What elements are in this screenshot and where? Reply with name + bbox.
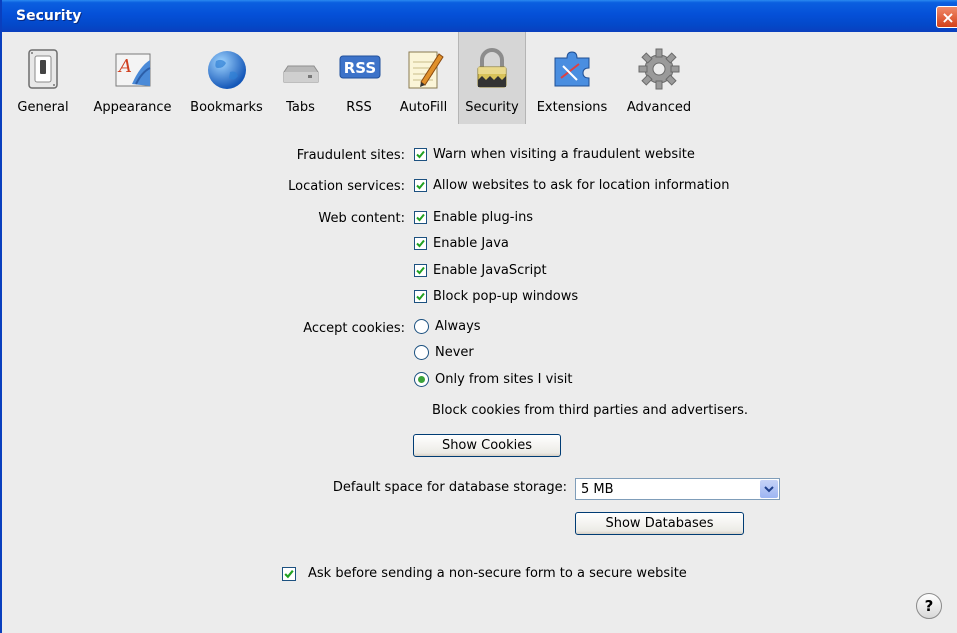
show-cookies-button[interactable]: Show Cookies (413, 434, 561, 457)
checkbox-box (414, 290, 427, 303)
tab-general[interactable]: General (2, 32, 84, 124)
web-content-label: Web content: (318, 211, 405, 226)
checkmark-icon (416, 239, 425, 248)
enable-plugins-text: Enable plug-ins (433, 210, 534, 225)
show-databases-button[interactable]: Show Databases (575, 512, 744, 535)
cookies-note: Block cookies from third parties and adv… (432, 403, 748, 418)
pencil-notepad-icon (408, 51, 444, 89)
tab-general-label: General (17, 100, 69, 115)
tab-security-label: Security (465, 100, 519, 115)
tab-advanced[interactable]: Advanced (618, 32, 700, 124)
radio-circle (414, 372, 429, 387)
tab-security[interactable]: Security (458, 32, 526, 124)
globe-icon (207, 51, 246, 89)
tab-appearance-label: Appearance (93, 100, 172, 115)
tab-rss-label: RSS (346, 100, 372, 115)
fraudulent-warning-text: Warn when visiting a fraudulent website (433, 147, 695, 162)
window-title: Security (16, 8, 82, 24)
enable-javascript-checkbox[interactable]: Enable JavaScript (414, 263, 547, 278)
close-icon: × (941, 8, 955, 27)
padlock-icon (477, 48, 507, 88)
security-pane: Fraudulent sites: Warn when visiting a f… (2, 124, 957, 633)
location-services-checkbox[interactable]: Allow websites to ask for location infor… (414, 178, 729, 193)
tab-rss[interactable]: RSS RSS (329, 32, 389, 124)
cookies-visited-text: Only from sites I visit (435, 372, 573, 387)
checkmark-icon (416, 292, 425, 301)
cookies-never-text: Never (435, 345, 474, 360)
checkbox-box (414, 237, 427, 250)
switch-icon (28, 49, 58, 89)
tab-autofill[interactable]: AutoFill (389, 32, 458, 124)
tab-bookmarks-label: Bookmarks (190, 100, 263, 115)
close-button[interactable]: × (936, 6, 957, 28)
puzzle-icon (554, 51, 590, 87)
chevron-down-icon[interactable] (760, 480, 778, 498)
enable-java-text: Enable Java (433, 236, 509, 251)
fraudulent-sites-label: Fraudulent sites: (296, 148, 405, 163)
enable-plugins-checkbox[interactable]: Enable plug-ins (414, 210, 533, 225)
fraudulent-warning-checkbox[interactable]: Warn when visiting a fraudulent website (414, 147, 695, 162)
checkbox-box (282, 566, 296, 581)
radio-selected-dot (418, 376, 425, 383)
checkbox-box (414, 211, 427, 224)
tab-tabs-label: Tabs (286, 100, 315, 115)
checkmark-icon (416, 181, 425, 190)
database-storage-select[interactable]: 5 MB (575, 478, 780, 500)
checkbox-box (414, 179, 427, 192)
tab-autofill-label: AutoFill (399, 100, 448, 115)
cookies-always-radio[interactable]: Always (414, 319, 481, 334)
radio-circle (414, 345, 429, 360)
appearance-icon: A (115, 53, 150, 87)
block-popups-text: Block pop-up windows (433, 289, 579, 304)
checkmark-icon (416, 266, 425, 275)
checkmark-icon (416, 150, 425, 159)
svg-text:A: A (117, 56, 132, 77)
help-button[interactable]: ? (916, 593, 942, 619)
radio-circle (414, 319, 429, 334)
checkbox-box (414, 264, 427, 277)
rss-icon: RSS (339, 55, 381, 79)
block-popups-checkbox[interactable]: Block pop-up windows (414, 289, 578, 304)
tabs-icon (283, 65, 318, 83)
cookies-visited-radio[interactable]: Only from sites I visit (414, 372, 572, 387)
checkmark-icon (416, 213, 425, 222)
question-mark-icon: ? (924, 597, 934, 615)
location-services-label: Location services: (288, 179, 405, 194)
tab-extensions-label: Extensions (536, 100, 608, 115)
tab-bookmarks[interactable]: Bookmarks (181, 32, 272, 124)
cookies-never-radio[interactable]: Never (414, 345, 474, 360)
gear-icon (638, 48, 680, 90)
rss-badge-text: RSS (344, 59, 376, 77)
database-storage-value: 5 MB (581, 482, 614, 497)
enable-javascript-text: Enable JavaScript (433, 263, 547, 278)
preferences-window: Security × General A Appearance Bookmark… (0, 0, 957, 633)
cookies-always-text: Always (435, 319, 481, 334)
location-services-text: Allow websites to ask for location infor… (433, 178, 730, 193)
tab-tabs[interactable]: Tabs (272, 32, 329, 124)
nonsecure-form-checkbox[interactable]: Ask before sending a non-secure form to … (282, 566, 687, 581)
accept-cookies-label: Accept cookies: (303, 321, 405, 336)
preferences-toolbar: General A Appearance Bookmarks Tabs RSS … (2, 32, 957, 125)
title-bar[interactable]: Security × (2, 0, 957, 32)
enable-java-checkbox[interactable]: Enable Java (414, 236, 509, 251)
nonsecure-form-text: Ask before sending a non-secure form to … (308, 566, 687, 581)
checkbox-box (414, 148, 427, 161)
tab-advanced-label: Advanced (626, 100, 692, 115)
tab-extensions[interactable]: Extensions (526, 32, 618, 124)
checkmark-icon (284, 569, 294, 578)
database-storage-label: Default space for database storage: (332, 480, 567, 495)
tab-appearance[interactable]: A Appearance (84, 32, 181, 124)
